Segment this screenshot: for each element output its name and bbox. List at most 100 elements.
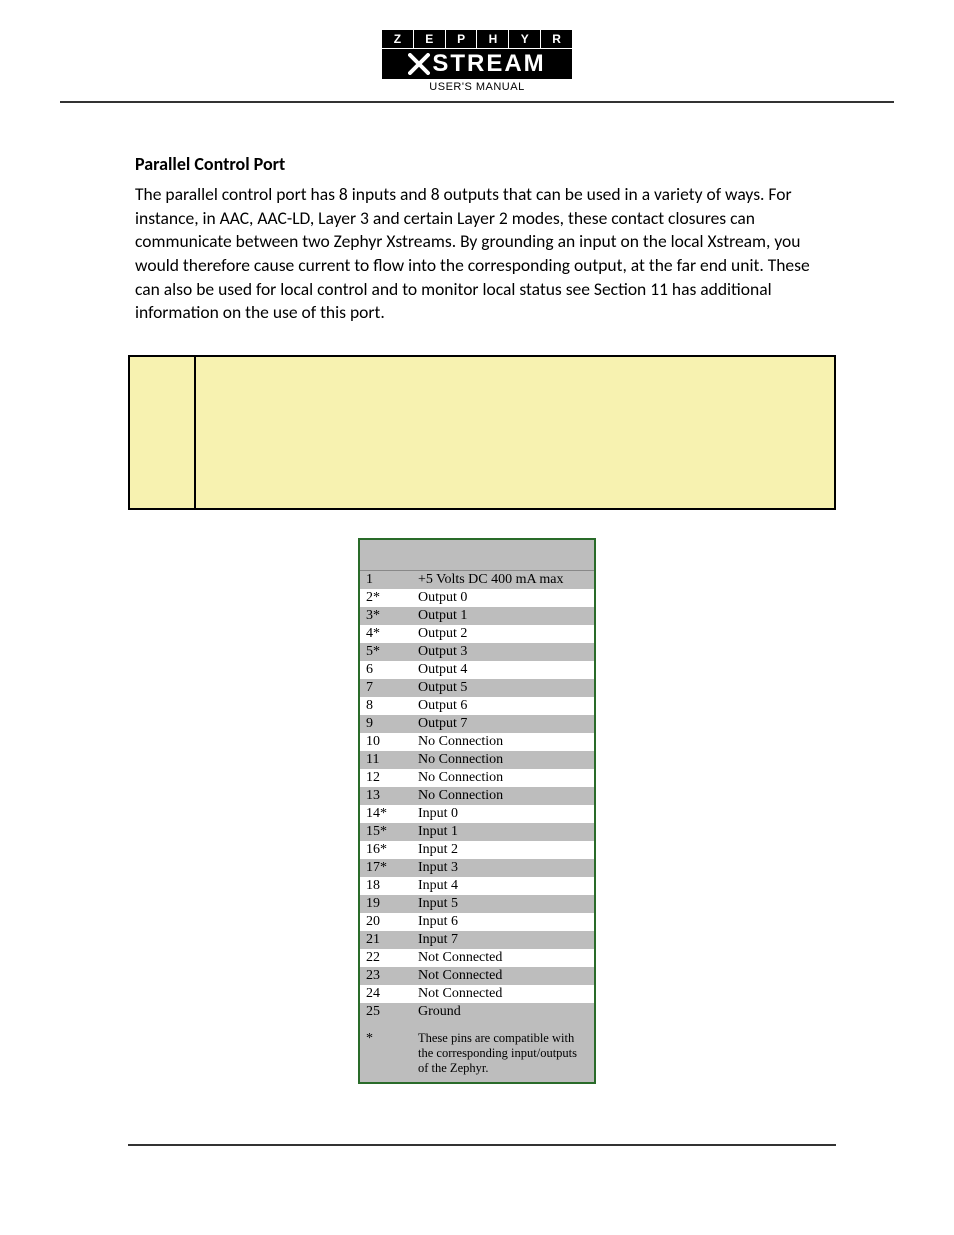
pin-cell: 15* bbox=[359, 823, 412, 841]
pin-cell: 22 bbox=[359, 949, 412, 967]
desc-cell: No Connection bbox=[412, 733, 595, 751]
pin-cell: 8 bbox=[359, 697, 412, 715]
desc-cell: No Connection bbox=[412, 787, 595, 805]
desc-cell: Output 5 bbox=[412, 679, 595, 697]
logo-letter: R bbox=[541, 30, 572, 48]
table-row: 22Not Connected bbox=[359, 949, 595, 967]
pin-cell: 17* bbox=[359, 859, 412, 877]
table-row: 24Not Connected bbox=[359, 985, 595, 1003]
footnote-text: These pins are compatible with the corre… bbox=[412, 1021, 595, 1083]
logo-subtitle: USER'S MANUAL bbox=[382, 81, 572, 93]
pin-table: 1+5 Volts DC 400 mA max2*Output 03*Outpu… bbox=[358, 538, 596, 1084]
table-row: 4*Output 2 bbox=[359, 625, 595, 643]
table-row: 7Output 5 bbox=[359, 679, 595, 697]
pin-cell: 23 bbox=[359, 967, 412, 985]
desc-cell: Output 1 bbox=[412, 607, 595, 625]
desc-cell: Not Connected bbox=[412, 949, 595, 967]
desc-cell: Input 1 bbox=[412, 823, 595, 841]
desc-cell: Input 3 bbox=[412, 859, 595, 877]
callout-left-cell bbox=[130, 357, 195, 508]
logo-letter: Z bbox=[382, 30, 414, 48]
pin-cell: 24 bbox=[359, 985, 412, 1003]
logo-letter: E bbox=[414, 30, 446, 48]
table-row: 20Input 6 bbox=[359, 913, 595, 931]
pin-cell: 13 bbox=[359, 787, 412, 805]
table-row: 5*Output 3 bbox=[359, 643, 595, 661]
desc-cell: Not Connected bbox=[412, 967, 595, 985]
logo-top-row: Z E P H Y R bbox=[382, 30, 572, 48]
logo-letter: Y bbox=[509, 30, 541, 48]
pin-cell: 1 bbox=[359, 570, 412, 589]
pin-cell: 25 bbox=[359, 1003, 412, 1021]
table-row: 9Output 7 bbox=[359, 715, 595, 733]
pin-cell: 10 bbox=[359, 733, 412, 751]
page: Z E P H Y R STREAM USER'S MANUAL Paralle… bbox=[0, 0, 954, 1206]
x-icon bbox=[408, 53, 430, 75]
desc-cell: No Connection bbox=[412, 769, 595, 787]
desc-cell: Output 0 bbox=[412, 589, 595, 607]
pin-cell: 12 bbox=[359, 769, 412, 787]
pin-cell: 14* bbox=[359, 805, 412, 823]
table-row: 13No Connection bbox=[359, 787, 595, 805]
pin-cell: 18 bbox=[359, 877, 412, 895]
table-row: 2*Output 0 bbox=[359, 589, 595, 607]
logo-mid-row: STREAM bbox=[382, 48, 572, 79]
pin-cell: 2* bbox=[359, 589, 412, 607]
pin-cell: 6 bbox=[359, 661, 412, 679]
table-row: 25Ground bbox=[359, 1003, 595, 1021]
section-title: Parallel Control Port bbox=[135, 153, 894, 175]
table-row: 3*Output 1 bbox=[359, 607, 595, 625]
pin-cell: 4* bbox=[359, 625, 412, 643]
pin-table-header bbox=[359, 539, 595, 571]
zephyr-xstream-logo: Z E P H Y R STREAM USER'S MANUAL bbox=[382, 30, 572, 93]
section-paragraph: The parallel control port has 8 inputs a… bbox=[135, 183, 834, 325]
footer-rule bbox=[128, 1144, 836, 1146]
pin-cell: 20 bbox=[359, 913, 412, 931]
desc-cell: Output 7 bbox=[412, 715, 595, 733]
table-row: 14*Input 0 bbox=[359, 805, 595, 823]
desc-cell: Output 6 bbox=[412, 697, 595, 715]
table-row: 12No Connection bbox=[359, 769, 595, 787]
pin-cell: 5* bbox=[359, 643, 412, 661]
pin-cell: 16* bbox=[359, 841, 412, 859]
table-row: 19Input 5 bbox=[359, 895, 595, 913]
footnote-mark: * bbox=[359, 1021, 412, 1083]
desc-cell: Not Connected bbox=[412, 985, 595, 1003]
pin-cell: 11 bbox=[359, 751, 412, 769]
table-row: 10No Connection bbox=[359, 733, 595, 751]
desc-cell: Ground bbox=[412, 1003, 595, 1021]
desc-cell: Input 7 bbox=[412, 931, 595, 949]
desc-cell: Input 6 bbox=[412, 913, 595, 931]
table-row: 15*Input 1 bbox=[359, 823, 595, 841]
desc-cell: Input 2 bbox=[412, 841, 595, 859]
table-row: 21Input 7 bbox=[359, 931, 595, 949]
desc-cell: Output 3 bbox=[412, 643, 595, 661]
desc-cell: No Connection bbox=[412, 751, 595, 769]
table-row: 8Output 6 bbox=[359, 697, 595, 715]
table-row: 18Input 4 bbox=[359, 877, 595, 895]
desc-cell: Input 4 bbox=[412, 877, 595, 895]
callout-right-cell bbox=[195, 357, 834, 508]
pin-cell: 19 bbox=[359, 895, 412, 913]
table-row: 23Not Connected bbox=[359, 967, 595, 985]
logo-letter: H bbox=[477, 30, 509, 48]
callout-box bbox=[128, 355, 836, 510]
table-row: 11No Connection bbox=[359, 751, 595, 769]
desc-cell: Input 0 bbox=[412, 805, 595, 823]
desc-cell: +5 Volts DC 400 mA max bbox=[412, 570, 595, 589]
logo-letter: P bbox=[446, 30, 478, 48]
table-row: 16*Input 2 bbox=[359, 841, 595, 859]
desc-cell: Output 4 bbox=[412, 661, 595, 679]
pin-cell: 7 bbox=[359, 679, 412, 697]
pin-cell: 21 bbox=[359, 931, 412, 949]
table-row: 1+5 Volts DC 400 mA max bbox=[359, 570, 595, 589]
logo-mid-text: STREAM bbox=[432, 50, 545, 78]
desc-cell: Input 5 bbox=[412, 895, 595, 913]
pin-cell: 9 bbox=[359, 715, 412, 733]
pin-table-wrap: 1+5 Volts DC 400 mA max2*Output 03*Outpu… bbox=[60, 538, 894, 1084]
desc-cell: Output 2 bbox=[412, 625, 595, 643]
table-row: 6Output 4 bbox=[359, 661, 595, 679]
page-header: Z E P H Y R STREAM USER'S MANUAL bbox=[60, 30, 894, 103]
pin-cell: 3* bbox=[359, 607, 412, 625]
table-row: 17*Input 3 bbox=[359, 859, 595, 877]
